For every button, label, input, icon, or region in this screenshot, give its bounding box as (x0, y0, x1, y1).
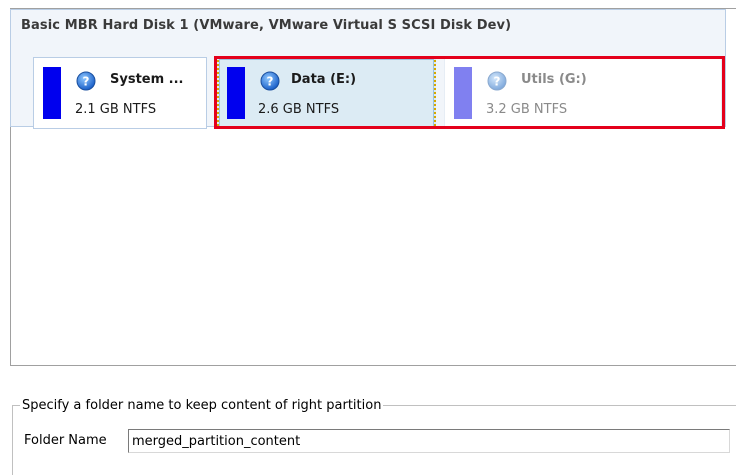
partition-size: 2.1 GB NTFS (75, 102, 157, 117)
partition-data-selected[interactable]: ? Data (E:) 2.6 GB NTFS (217, 57, 436, 129)
partition-system[interactable]: ? System ... 2.1 GB NTFS (33, 57, 207, 129)
partition-size: 2.6 GB NTFS (258, 102, 340, 117)
partition-name: Utils (G:) (521, 72, 587, 87)
partition-size: 3.2 GB NTFS (486, 102, 568, 117)
partition-name: Data (E:) (291, 72, 357, 87)
help-question-icon: ? (487, 71, 507, 91)
partition-name: System ... (110, 72, 184, 87)
group-legend: Specify a folder name to keep content of… (20, 398, 384, 413)
partition-usage-bar (43, 67, 61, 119)
folder-name-input[interactable] (128, 429, 730, 453)
svg-text:?: ? (494, 75, 501, 89)
help-question-icon: ? (260, 71, 280, 91)
svg-text:?: ? (83, 75, 90, 89)
help-question-icon: ? (76, 71, 96, 91)
partition-usage-bar (454, 67, 472, 119)
disk-title: Basic MBR Hard Disk 1 (VMware, VMware Vi… (21, 18, 512, 33)
partition-utils[interactable]: ? Utils (G:) 3.2 GB NTFS (444, 57, 722, 129)
svg-text:?: ? (267, 75, 274, 89)
partition-usage-bar (227, 67, 245, 119)
folder-name-label: Folder Name (24, 433, 107, 448)
